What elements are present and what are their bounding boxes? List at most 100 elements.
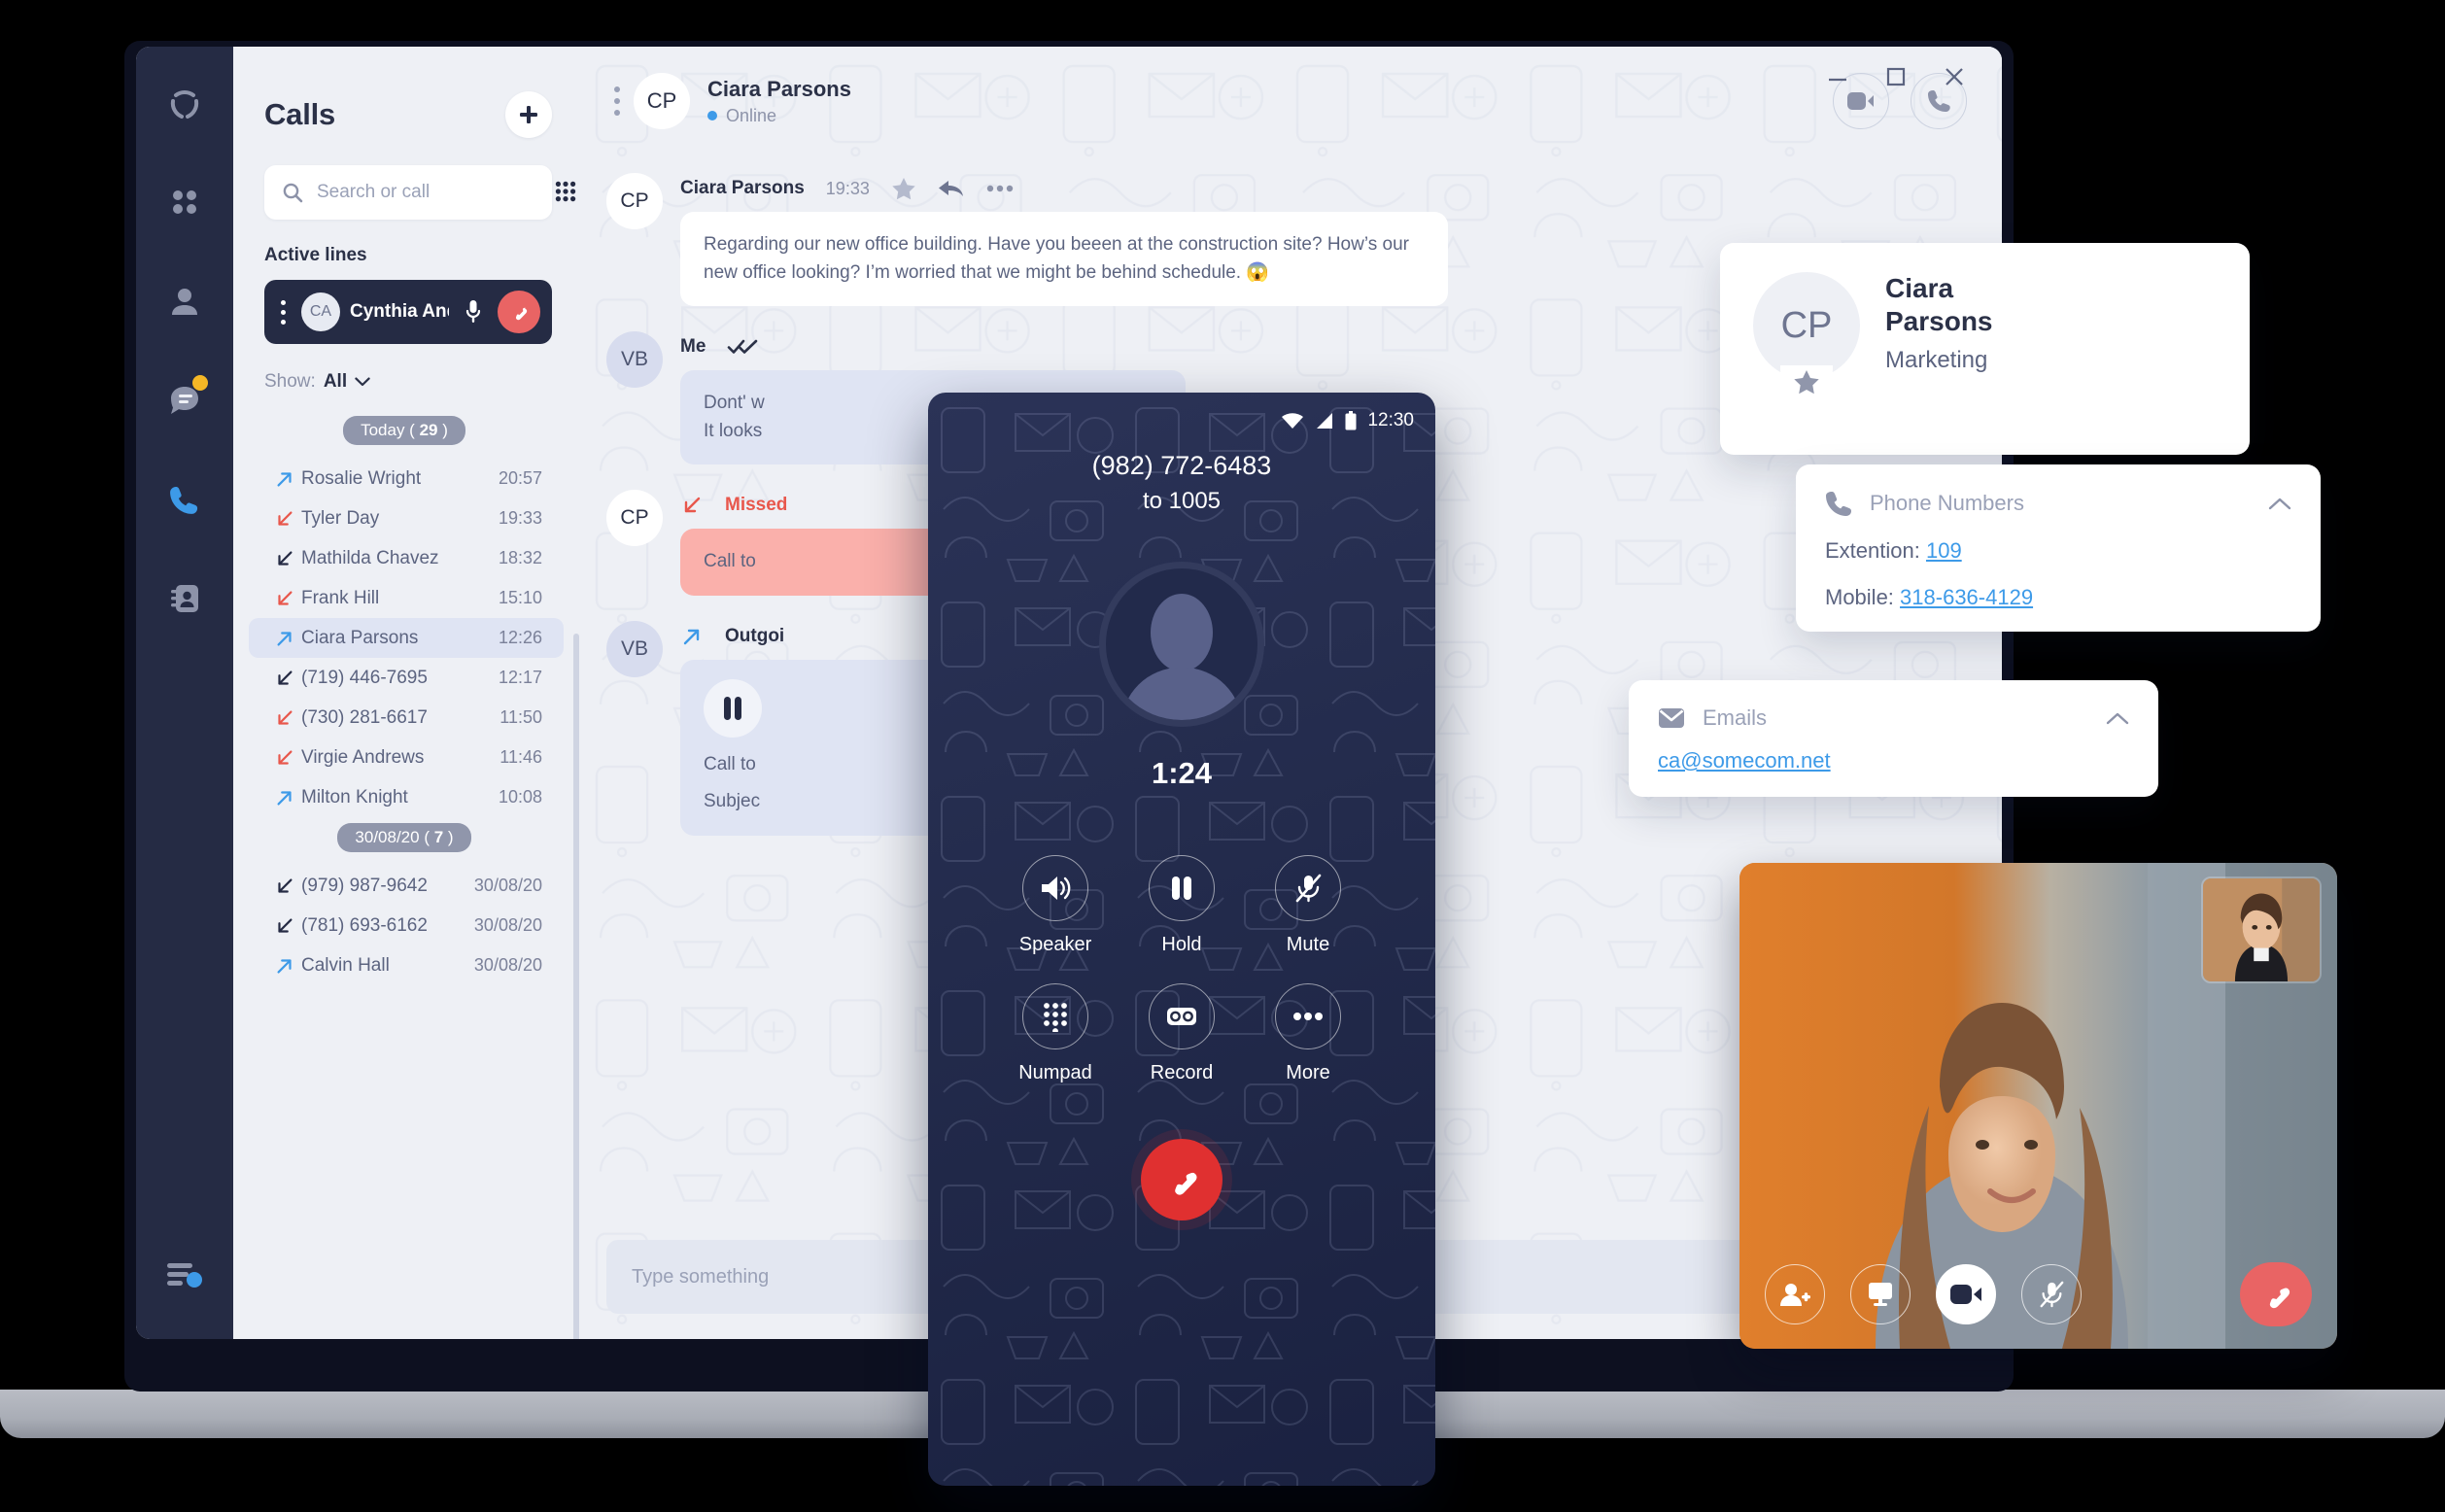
call-list-scrollbar[interactable]	[573, 634, 579, 1339]
call-contact-name: Milton Knight	[301, 786, 408, 808]
sidebar-item-activity[interactable]	[136, 1259, 233, 1289]
call-history-row[interactable]: Ciara Parsons 12:26	[249, 618, 564, 658]
mic-muted-icon	[1275, 855, 1341, 921]
chevron-up-icon[interactable]	[2268, 497, 2291, 510]
microphone-icon[interactable]	[459, 299, 488, 325]
phone-numbers-header[interactable]: Phone Numbers	[1825, 490, 2291, 517]
call-group-header: Today ( 29 )	[233, 416, 575, 445]
sidebar-item-calls[interactable]	[163, 478, 206, 521]
call-history-row[interactable]: (730) 281-6617 11:50	[249, 698, 564, 738]
missed-call-arrow-icon	[274, 747, 301, 769]
phone-control-hold[interactable]: Hold	[1119, 855, 1245, 956]
phone-control-label: Numpad	[1018, 1062, 1092, 1083]
sidebar-item-presence[interactable]	[163, 280, 206, 323]
phone-caller-avatar	[1099, 562, 1264, 727]
kebab-menu-icon[interactable]	[606, 86, 628, 116]
double-check-icon	[727, 338, 758, 356]
chat-header-meta: Ciara Parsons Online	[707, 77, 851, 126]
phone-control-label: Mute	[1286, 934, 1330, 955]
phone-called-number: (982) 772-6483	[1091, 451, 1272, 480]
call-timestamp: 19:33	[498, 508, 542, 528]
call-history-row[interactable]: Mathilda Chavez 18:32	[249, 538, 564, 578]
email-value[interactable]: ca@somecom.net	[1658, 748, 1831, 773]
mic-muted-icon[interactable]	[2021, 1264, 2082, 1324]
avatar: CA	[301, 292, 340, 331]
call-contact-name: Calvin Hall	[301, 954, 390, 976]
emails-title: Emails	[1703, 705, 1768, 730]
phone-control-numpad[interactable]: Numpad	[992, 983, 1119, 1084]
hold-icon[interactable]	[704, 678, 762, 738]
outgoing-call-arrow-icon	[274, 955, 301, 977]
search-bar[interactable]	[264, 165, 576, 220]
call-contact-name: (781) 693-6162	[301, 914, 428, 936]
call-history-row[interactable]: (979) 987-9642 30/08/20	[249, 866, 564, 906]
call-history-row[interactable]: Tyler Day 19:33	[249, 498, 564, 538]
add-participant-icon[interactable]	[1765, 1264, 1825, 1324]
phone-hangup-button[interactable]	[1141, 1139, 1222, 1220]
add-call-button[interactable]	[505, 91, 552, 138]
video-self-preview[interactable]	[2201, 876, 2322, 983]
more-icon[interactable]	[986, 184, 1014, 193]
video-hangup-button[interactable]	[2240, 1262, 2312, 1326]
hangup-button[interactable]	[498, 291, 540, 333]
speaker-icon	[1022, 855, 1088, 921]
mobile-value[interactable]: 318-636-4129	[1900, 585, 2033, 609]
call-history-row[interactable]: (781) 693-6162 30/08/20	[249, 906, 564, 945]
call-timestamp: 12:17	[498, 668, 542, 687]
show-label: Show:	[264, 371, 316, 392]
calls-panel-header: Calls	[233, 47, 581, 138]
sidebar-item-contacts[interactable]	[163, 577, 206, 620]
contact-role: Marketing	[1885, 347, 1988, 374]
call-contact-name: Ciara Parsons	[301, 627, 419, 648]
chevron-up-icon[interactable]	[2106, 711, 2129, 725]
incoming-missed-arrow-icon	[680, 494, 704, 517]
minimize-icon[interactable]	[1825, 64, 1850, 89]
call-history-row[interactable]: Rosalie Wright 20:57	[249, 459, 564, 498]
call-history-list[interactable]: Today ( 29 ) Rosalie Wright 20:57 Tyler Day…	[233, 410, 581, 1339]
active-lines-label: Active lines	[264, 245, 367, 265]
avatar: VB	[606, 331, 663, 388]
outgoing-arrow-icon	[680, 625, 704, 648]
video-call-widget	[1739, 863, 2337, 1349]
reply-icon[interactable]	[938, 178, 965, 199]
star-icon[interactable]	[891, 177, 916, 201]
phone-call-controls: Speaker Hold Mute Numpad Record More	[992, 855, 1371, 1084]
search-input[interactable]	[303, 182, 555, 203]
kebab-menu-icon[interactable]	[274, 299, 292, 325]
video-controls-bar	[1739, 1240, 2337, 1349]
emails-header[interactable]: Emails	[1658, 705, 2129, 731]
sidebar-item-messages[interactable]	[163, 375, 208, 422]
incoming-call-arrow-icon	[274, 548, 301, 569]
phone-control-label: Record	[1150, 1062, 1214, 1083]
maximize-icon[interactable]	[1883, 64, 1909, 89]
call-history-row[interactable]: Frank Hill 15:10	[249, 578, 564, 618]
email-line: ca@somecom.net	[1658, 748, 2129, 773]
chevron-down-icon	[355, 377, 370, 387]
call-history-row[interactable]: (719) 446-7695 12:17	[249, 658, 564, 698]
call-history-row[interactable]: Milton Knight 10:08	[249, 777, 564, 817]
call-group-header: 30/08/20 ( 7 )	[233, 823, 575, 852]
dialpad-icon[interactable]	[555, 181, 576, 204]
video-camera-icon[interactable]	[1936, 1264, 1996, 1324]
missed-call-label: Missed	[725, 495, 788, 515]
close-icon[interactable]	[1942, 64, 1967, 89]
status-badge: Online	[707, 106, 851, 126]
contact-avatar-wrap: CP	[1753, 272, 1860, 395]
phone-numbers-card: Phone Numbers Extention: 109 Mobile: 318…	[1796, 464, 2321, 632]
extension-value[interactable]: 109	[1926, 538, 1962, 563]
favorite-star-icon[interactable]	[1780, 365, 1833, 395]
show-filter[interactable]: Show: All	[264, 371, 581, 393]
phone-control-speaker[interactable]: Speaker	[992, 855, 1119, 956]
phone-control-more[interactable]: More	[1245, 983, 1371, 1084]
phone-control-mute[interactable]: Mute	[1245, 855, 1371, 956]
screen-share-icon[interactable]	[1850, 1264, 1911, 1324]
call-history-row[interactable]: Virgie Andrews 11:46	[249, 738, 564, 777]
online-dot-icon	[707, 111, 717, 120]
call-history-row[interactable]: Calvin Hall 30/08/20	[249, 945, 564, 985]
active-line-item[interactable]: CA Cynthia Ande...	[264, 280, 552, 344]
wifi-icon	[1281, 412, 1304, 430]
phone-call-overlay: 12:30 (982) 772-6483 to 1005 1:24 Speake…	[928, 393, 1435, 1486]
app-logo-icon	[161, 84, 208, 130]
phone-control-record[interactable]: Record	[1119, 983, 1245, 1084]
sidebar-item-apps[interactable]	[163, 181, 206, 223]
